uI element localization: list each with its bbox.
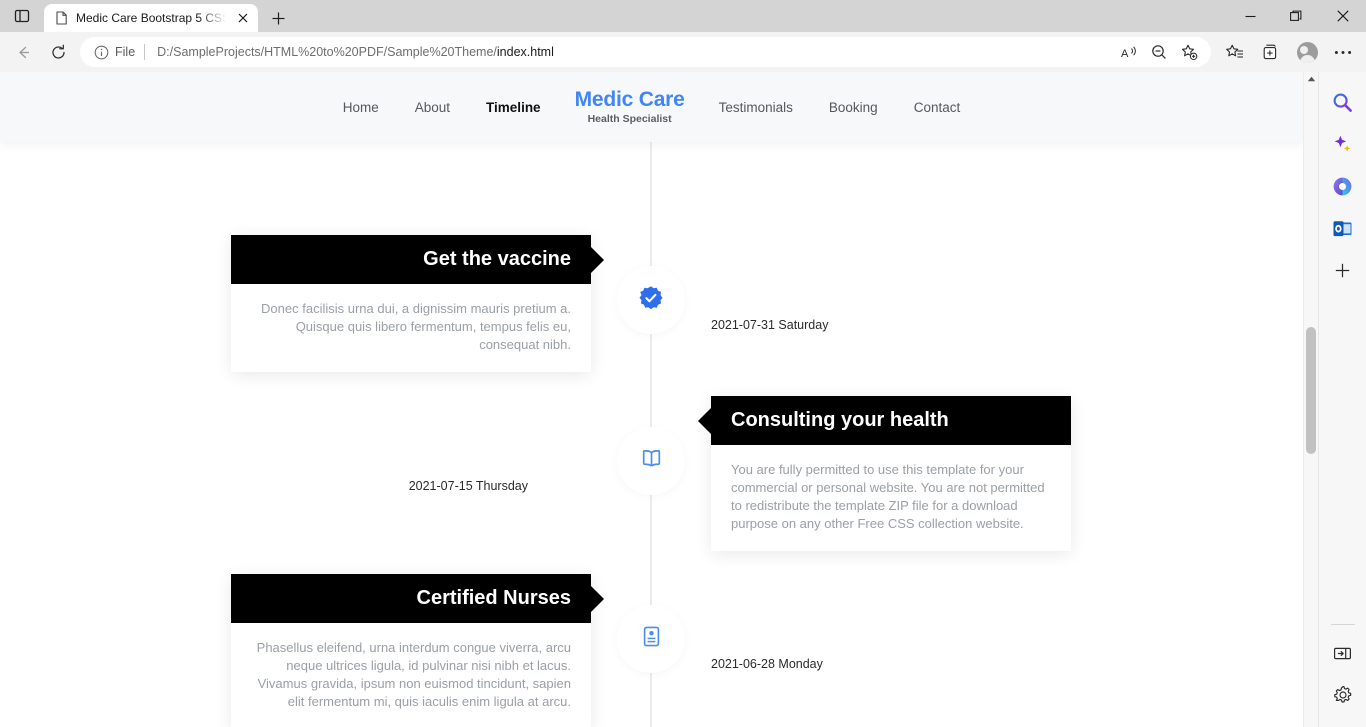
window-controls [1227,0,1366,32]
timeline-node-1[interactable] [623,272,679,328]
timeline-node-2[interactable] [623,433,679,489]
back-arrow-icon[interactable] [6,36,40,68]
timeline-date-3: 2021-06-28 Monday [711,657,823,671]
page-icon [54,11,68,25]
site-navbar: Home About Timeline Medic Care Health Sp… [0,72,1303,142]
verified-badge-icon [638,285,664,316]
site-brand[interactable]: Medic Care Health Specialist [559,87,701,126]
scroll-up-arrow-icon[interactable] [1304,72,1318,86]
timeline-card-body: You are fully permitted to use this temp… [731,462,1045,531]
brand-name: Medic Care [574,87,685,111]
timeline-section: Get the vaccine Donec facilisis urna dui… [0,142,1303,727]
page-scrollbar[interactable] [1303,72,1318,727]
browser-toolbar: File D:/SampleProjects/HTML%20to%20PDF/S… [0,32,1366,72]
minimize-button[interactable] [1227,0,1273,32]
sidebar-divider [1330,624,1355,625]
add-favorite-icon[interactable] [1175,39,1203,65]
url-text: D:/SampleProjects/HTML%20to%20PDF/Sample… [145,45,1115,59]
open-book-icon [639,446,664,476]
scrollbar-thumb[interactable] [1306,327,1316,454]
timeline-card-body: Donec facilisis urna dui, a dignissim ma… [261,301,571,352]
timeline-date-1: 2021-07-31 Saturday [711,318,829,332]
timeline-card-1[interactable]: Get the vaccine Donec facilisis urna dui… [231,235,591,372]
site-info-icon[interactable] [90,41,112,63]
browser-tab[interactable]: Medic Care Bootstrap 5 CSS Tem [44,4,258,32]
nav-link-home[interactable]: Home [325,100,397,115]
medic-care-site: Home About Timeline Medic Care Health Sp… [0,72,1303,727]
outlook-icon[interactable] [1325,210,1361,246]
close-window-button[interactable] [1319,0,1366,32]
url-path: D:/SampleProjects/HTML%20to%20PDF/Sample… [157,45,497,59]
nav-link-testimonials[interactable]: Testimonials [701,100,811,115]
vcard-icon [640,625,663,653]
timeline-card-3[interactable]: Certified Nurses Phasellus eleifend, urn… [231,574,591,727]
timeline-node-3[interactable] [623,611,679,667]
maximize-restore-button[interactable] [1273,0,1319,32]
search-icon[interactable] [1325,84,1361,120]
tab-actions [0,0,44,32]
favorites-icon[interactable] [1218,36,1252,68]
profile-avatar[interactable] [1290,36,1324,68]
timeline-card-title: Certified Nurses [231,574,591,623]
url-filename: index.html [496,45,554,59]
web-page: Home About Timeline Medic Care Health Sp… [0,72,1303,727]
refresh-icon[interactable] [41,36,75,68]
read-aloud-icon[interactable]: A [1115,39,1143,65]
timeline-card-title: Get the vaccine [231,235,591,284]
add-sidebar-app-icon[interactable] [1325,252,1361,288]
nav-link-contact[interactable]: Contact [896,100,979,115]
brand-tagline: Health Specialist [587,113,672,126]
timeline-card-2[interactable]: Consulting your health You are fully per… [711,396,1071,551]
browser-viewport: Home About Timeline Medic Care Health Sp… [0,72,1366,727]
browser-settings-more-icon[interactable] [1326,36,1360,68]
split-screen-icon[interactable] [1325,635,1361,671]
tab-close-icon[interactable] [234,9,252,27]
address-bar[interactable]: File D:/SampleProjects/HTML%20to%20PDF/S… [80,37,1211,67]
copilot-icon[interactable] [1325,126,1361,162]
new-tab-button[interactable] [262,4,294,32]
url-scheme-label: File [115,45,136,59]
nav-link-timeline[interactable]: Timeline [468,100,559,115]
timeline-date-2: 2021-07-15 Thursday [408,479,528,493]
timeline-card-title: Consulting your health [711,396,1071,445]
svg-text:A: A [1121,48,1129,60]
tab-search-icon[interactable] [8,4,36,28]
settings-gear-icon[interactable] [1325,677,1361,713]
avatar [1296,41,1318,63]
omnibox-actions: A [1115,39,1203,65]
nav-link-about[interactable]: About [397,100,468,115]
microsoft365-icon[interactable] [1325,168,1361,204]
nav-link-booking[interactable]: Booking [811,100,896,115]
edge-sidebar [1318,72,1366,727]
browser-window: Medic Care Bootstrap 5 CSS Tem [0,0,1366,727]
zoom-out-icon[interactable] [1145,39,1173,65]
title-bar: Medic Care Bootstrap 5 CSS Tem [0,0,1366,32]
toolbar-right-actions [1218,36,1360,68]
collections-icon[interactable] [1254,36,1288,68]
tab-title: Medic Care Bootstrap 5 CSS Tem [76,11,226,25]
timeline-card-body: Phasellus eleifend, urna interdum congue… [256,640,571,709]
